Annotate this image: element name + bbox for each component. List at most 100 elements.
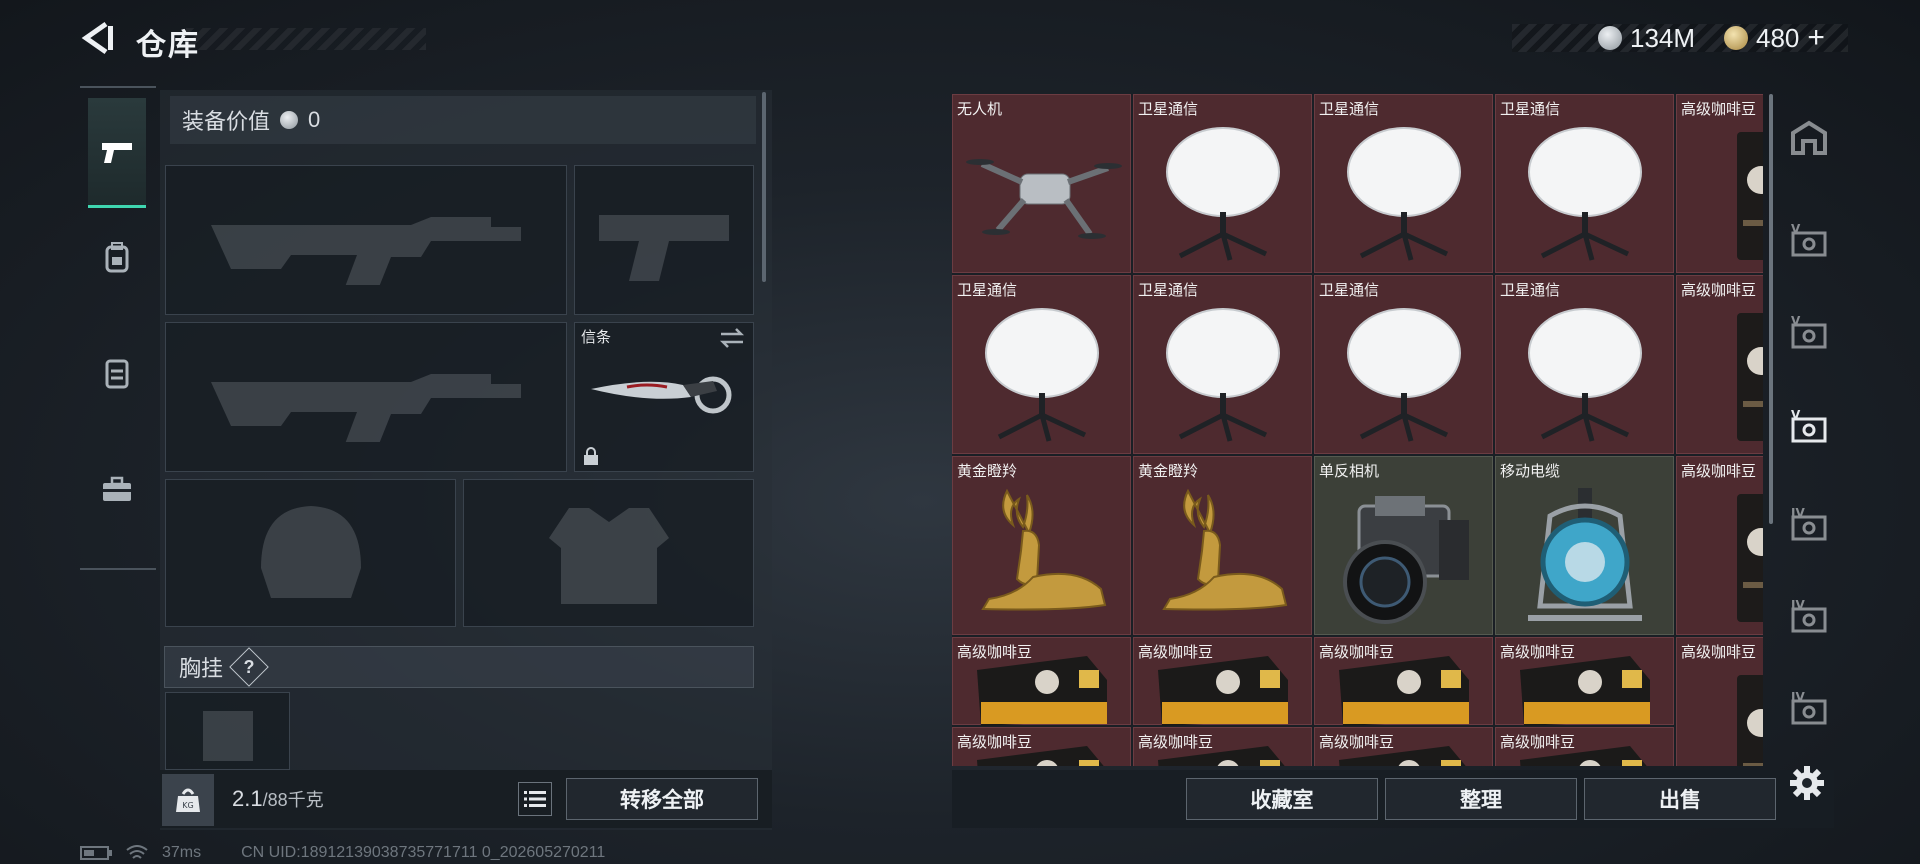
back-arrow-icon[interactable] xyxy=(80,20,116,56)
sell-button[interactable]: 出售 xyxy=(1584,778,1776,820)
stash-item-drone[interactable]: 无人机 xyxy=(952,94,1131,273)
stash-item-gazelle[interactable]: 黄金瞪羚 xyxy=(952,456,1131,635)
rifle-silhouette-icon xyxy=(211,217,521,285)
stash-item-satellite[interactable]: 卫星通信 xyxy=(1133,94,1312,273)
secondary-weapon-slot[interactable] xyxy=(574,165,754,315)
equipment-value-header: 装备价值 0 xyxy=(170,96,756,144)
svg-text:KG: KG xyxy=(182,801,193,810)
chest-rig-slot[interactable] xyxy=(165,692,290,770)
helmet-slot[interactable] xyxy=(165,479,456,627)
melee-slot-label: 信条 xyxy=(581,329,612,346)
title-decoration xyxy=(186,28,426,50)
helmet-silhouette-icon xyxy=(260,506,361,598)
stash-item-coffee-pack[interactable]: 高级咖啡豆 xyxy=(952,637,1131,726)
tier-v-case-icon: V xyxy=(1791,408,1827,443)
chest-rig-label: 胸挂 xyxy=(179,656,224,681)
tab-backpack[interactable] xyxy=(88,212,146,302)
tier-label: IV xyxy=(1791,506,1805,520)
coffee-pack-icon xyxy=(1315,656,1492,726)
stash-tab-1[interactable] xyxy=(1786,114,1832,160)
stash-item-coffee-pack[interactable]: 高级咖啡豆 xyxy=(1495,727,1674,766)
silver-coin-icon xyxy=(280,111,299,129)
lock-icon xyxy=(584,447,598,465)
stash-item-coffee-pack[interactable]: 高级咖啡豆 xyxy=(1314,727,1493,766)
cable-reel-icon xyxy=(1496,477,1673,634)
stash-item-coffee-pack[interactable]: 高级咖啡豆 xyxy=(1133,727,1312,766)
stash-item-camera[interactable]: 单反相机 xyxy=(1314,456,1493,635)
stash-item-satellite[interactable]: 卫星通信 xyxy=(1495,94,1674,273)
sort-button[interactable]: 整理 xyxy=(1385,778,1577,820)
satellite-icon xyxy=(1315,296,1492,453)
backpack-icon xyxy=(105,242,129,273)
list-view-button[interactable] xyxy=(518,782,552,816)
weight-icon: KG xyxy=(162,774,214,826)
melee-slot[interactable]: 信条 xyxy=(574,322,754,472)
gold-currency[interactable]: 480 + xyxy=(1724,20,1825,56)
stash-item-satellite[interactable]: 卫星通信 xyxy=(1495,275,1674,454)
armor-silhouette-icon xyxy=(548,508,669,604)
home-stash-icon xyxy=(1791,120,1827,155)
stash-tab-7[interactable]: IV xyxy=(1786,686,1832,732)
gold-coin-icon xyxy=(1724,26,1748,50)
coffee-pack-icon xyxy=(1134,656,1311,726)
stash-item-coffee-bag[interactable]: 高级咖啡豆 xyxy=(1676,94,1763,273)
collection-room-button[interactable]: 收藏室 xyxy=(1186,778,1378,820)
stash-item-coffee-bag[interactable]: 高级咖啡豆 xyxy=(1676,637,1763,766)
list-icon xyxy=(524,791,546,807)
coffee-bag-icon xyxy=(1677,115,1763,272)
toolbox-icon xyxy=(103,476,131,501)
stash-tab-6[interactable]: IV xyxy=(1786,594,1832,640)
ping: 37ms xyxy=(162,844,202,861)
stash-item-coffee-pack[interactable]: 高级咖啡豆 xyxy=(952,727,1131,766)
equipment-value: 0 xyxy=(308,107,321,132)
chest-rig-silhouette-icon xyxy=(202,711,253,761)
status-bar: 37ms CN UID:18912139038735771711 0_20260… xyxy=(80,844,605,862)
stash-item-cable-reel[interactable]: 移动电缆 xyxy=(1495,456,1674,635)
primary-weapon-slot[interactable] xyxy=(165,165,567,315)
stash-item-satellite[interactable]: 卫星通信 xyxy=(952,275,1131,454)
stash-tab-3[interactable]: V xyxy=(1786,310,1832,356)
stash-tab-4[interactable]: V xyxy=(1786,404,1832,450)
swap-arrows-icon[interactable] xyxy=(719,327,745,349)
stash-tab-5[interactable]: IV xyxy=(1786,502,1832,548)
battery-icon xyxy=(80,846,112,860)
coffee-pack-icon xyxy=(953,656,1130,726)
transfer-all-button[interactable]: 转移全部 xyxy=(566,778,758,820)
gear-icon[interactable] xyxy=(1788,764,1826,802)
equipment-value-label: 装备价值 xyxy=(182,109,271,134)
help-button[interactable]: ? xyxy=(229,647,269,687)
stash-item-coffee-pack[interactable]: 高级咖啡豆 xyxy=(1314,637,1493,726)
stash-grid: 无人机 卫星通信 卫星通信 卫星通信 高级咖啡豆 卫星通信 卫星通信 卫星通信 卫星通信 高级咖啡… xyxy=(952,94,1763,766)
equipment-scrollbar[interactable] xyxy=(762,92,766,282)
user-uid: CN UID:18912139038735771711 0_2026052702… xyxy=(241,844,606,861)
stash-item-satellite[interactable]: 卫星通信 xyxy=(1133,275,1312,454)
add-currency-button[interactable]: + xyxy=(1807,21,1825,55)
stash-item-coffee-pack[interactable]: 高级咖啡豆 xyxy=(1133,637,1312,726)
coffee-pack-icon xyxy=(1134,746,1311,766)
satellite-icon xyxy=(1134,115,1311,272)
wifi-icon xyxy=(126,845,148,859)
satellite-icon xyxy=(1496,296,1673,453)
stash-item-coffee-bag[interactable]: 高级咖啡豆 xyxy=(1676,456,1763,635)
stash-item-satellite[interactable]: 卫星通信 xyxy=(1314,94,1493,273)
primary-weapon-slot-2[interactable] xyxy=(165,322,567,472)
armor-slot[interactable] xyxy=(463,479,754,627)
tier-iv-case-icon: IV xyxy=(1791,506,1827,541)
stash-item-gazelle[interactable]: 黄金瞪羚 xyxy=(1133,456,1312,635)
stash-scrollbar[interactable] xyxy=(1769,94,1773,524)
carry-weight: 2.1/88千克 xyxy=(232,786,324,812)
stash-item-coffee-pack[interactable]: 高级咖啡豆 xyxy=(1495,637,1674,726)
stash-tab-2[interactable]: V xyxy=(1786,218,1832,264)
stash-item-satellite[interactable]: 卫星通信 xyxy=(1314,275,1493,454)
tier-label: V xyxy=(1791,222,1801,236)
stash-item-coffee-bag[interactable]: 高级咖啡豆 xyxy=(1676,275,1763,454)
gold-amount: 480 xyxy=(1756,22,1800,53)
tier-v-case-icon: V xyxy=(1791,222,1827,257)
tier-v-case-icon: V xyxy=(1791,314,1827,349)
gazelle-icon xyxy=(953,477,1130,634)
tier-label: V xyxy=(1791,314,1801,328)
tab-toolbox[interactable] xyxy=(88,444,146,534)
tab-weapons[interactable] xyxy=(88,98,146,208)
tab-vest[interactable] xyxy=(88,328,146,418)
pistol-icon xyxy=(102,142,132,163)
